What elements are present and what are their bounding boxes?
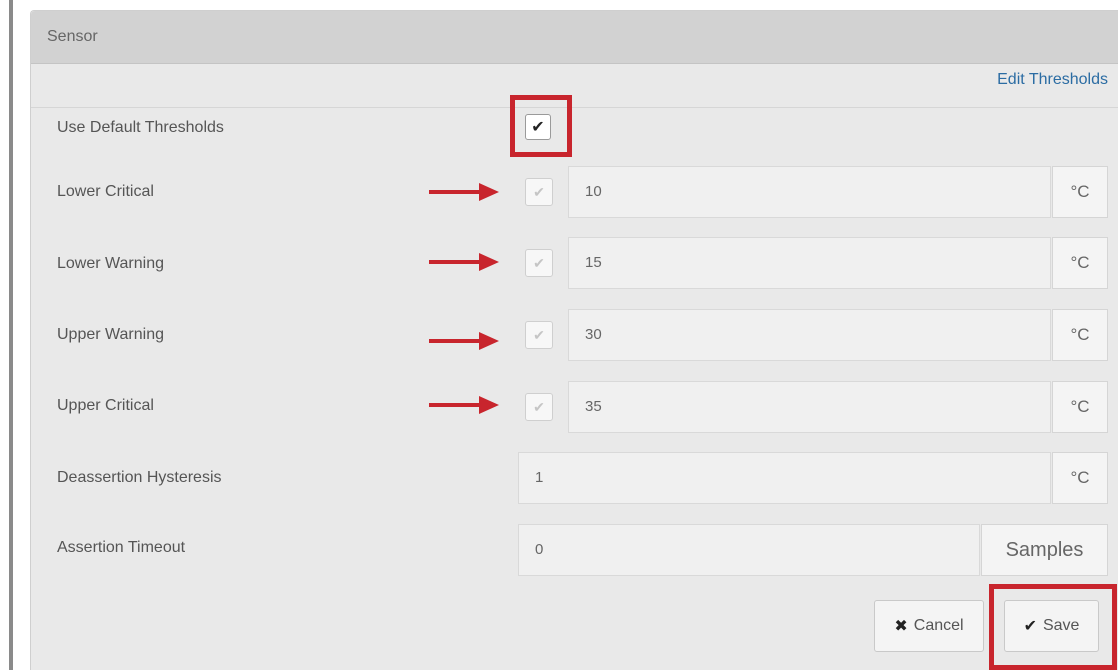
lower-warning-input[interactable]: 15 xyxy=(568,237,1051,289)
x-icon: ✖ xyxy=(894,618,908,635)
lower-warning-checkbox[interactable]: ✔ xyxy=(525,249,553,277)
upper-warning-input[interactable]: 30 xyxy=(568,309,1051,361)
arrow-right-icon xyxy=(429,396,499,414)
upper-critical-unit: °C xyxy=(1052,381,1108,433)
assertion-timeout-unit: Samples xyxy=(981,524,1108,576)
deassertion-hysteresis-label: Deassertion Hysteresis xyxy=(57,469,222,486)
assertion-timeout-label: Assertion Timeout xyxy=(57,539,186,556)
annotation-highlight-box xyxy=(989,584,1117,670)
deassertion-hysteresis-unit: °C xyxy=(1052,452,1108,504)
assertion-timeout-input[interactable]: 0 xyxy=(518,524,980,576)
lower-critical-label: Lower Critical xyxy=(57,183,154,200)
deassertion-hysteresis-input[interactable]: 1 xyxy=(518,452,1051,504)
cancel-button-label: Cancel xyxy=(913,617,964,634)
arrow-right-icon xyxy=(429,253,499,271)
upper-critical-label: Upper Critical xyxy=(57,397,154,414)
cancel-button[interactable]: ✖ Cancel xyxy=(874,600,984,652)
lower-warning-label: Lower Warning xyxy=(57,255,165,272)
panel-title: Sensor xyxy=(47,28,98,45)
arrow-right-icon xyxy=(429,183,499,201)
window-edge xyxy=(0,0,14,670)
upper-warning-checkbox[interactable]: ✔ xyxy=(525,321,553,349)
lower-critical-input[interactable]: 10 xyxy=(568,166,1051,218)
upper-warning-unit: °C xyxy=(1052,309,1108,361)
divider xyxy=(31,107,1118,108)
lower-warning-unit: °C xyxy=(1052,237,1108,289)
arrow-right-icon xyxy=(429,332,499,350)
lower-critical-checkbox[interactable]: ✔ xyxy=(525,178,553,206)
panel-header: Sensor xyxy=(31,11,1118,64)
upper-critical-input[interactable]: 35 xyxy=(568,381,1051,433)
lower-critical-unit: °C xyxy=(1052,166,1108,218)
annotation-highlight-box xyxy=(510,95,572,157)
sensor-panel: Sensor Edit Thresholds Use Default Thres… xyxy=(30,10,1118,670)
upper-warning-label: Upper Warning xyxy=(57,326,165,343)
edit-thresholds-link[interactable]: Edit Thresholds xyxy=(997,71,1108,89)
use-default-thresholds-label: Use Default Thresholds xyxy=(57,119,224,136)
upper-critical-checkbox[interactable]: ✔ xyxy=(525,393,553,421)
